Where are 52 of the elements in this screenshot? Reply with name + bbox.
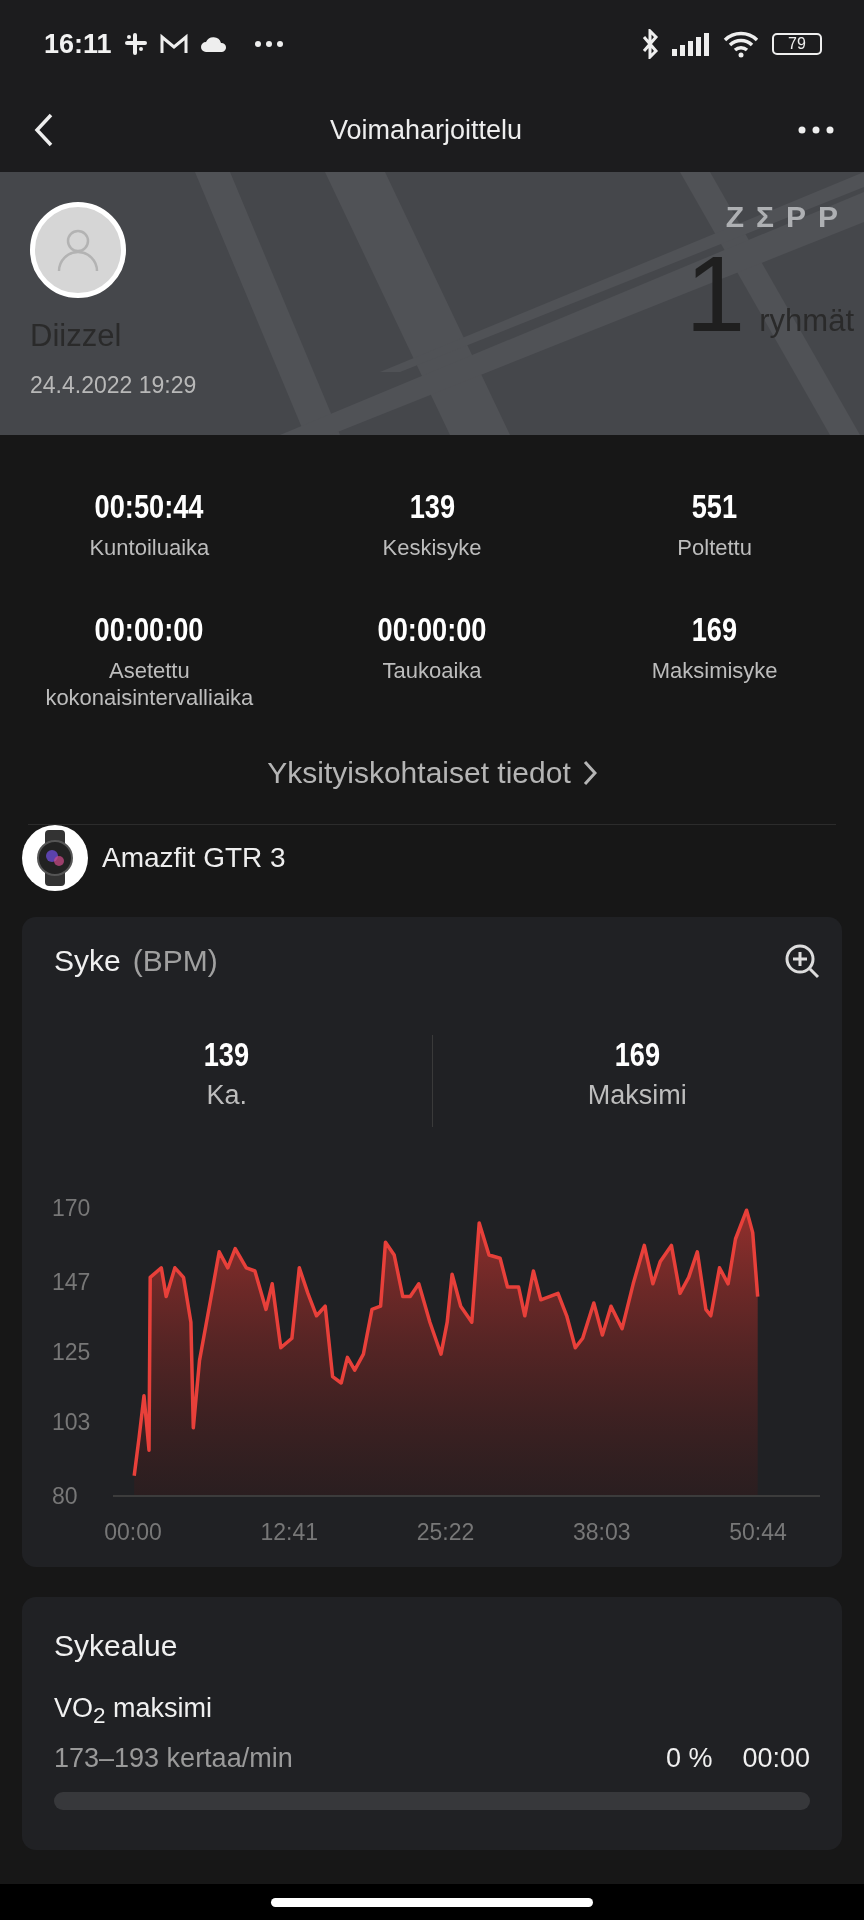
stat-label: Kuntoiluaika: [89, 534, 210, 562]
stat-label: Poltettu: [677, 534, 752, 562]
stat-label: Keskisyke: [382, 534, 482, 562]
home-indicator[interactable]: [271, 1897, 593, 1907]
bluetooth-icon: [640, 29, 660, 59]
status-time: 16:11: [44, 28, 112, 60]
x-axis-label: 12:41: [260, 1518, 318, 1545]
page-title: Voimaharjoittelu: [328, 114, 524, 146]
mail-icon: [159, 33, 188, 55]
stat-label: Taukoaika: [382, 656, 482, 684]
summary-value: 169: [614, 1034, 660, 1074]
x-axis-label: 38:03: [573, 1518, 631, 1545]
stat-value: 00:00:00: [94, 609, 204, 649]
watch-icon: [35, 829, 75, 886]
more-icon: [253, 40, 284, 48]
device-name: Amazfit GTR 3: [102, 841, 286, 874]
details-link[interactable]: Yksityiskohtaiset tiedot: [267, 755, 597, 790]
card-unit: (BPM): [132, 943, 219, 978]
cloud-icon: [199, 35, 228, 53]
stat-value: 551: [691, 487, 738, 526]
stat-value: 00:50:44: [94, 487, 204, 526]
x-axis-label: 00:00: [104, 1518, 162, 1545]
wifi-icon: [722, 30, 760, 58]
zone-name: VO$_{2}$ maksimi: [53, 1692, 214, 1729]
card-title: Sykealue: [53, 1628, 179, 1663]
zoom-in-icon[interactable]: [784, 942, 820, 979]
y-axis-label: 80: [52, 1482, 78, 1509]
battery-icon: 79: [772, 33, 822, 55]
stat-value: 169: [691, 609, 738, 649]
stat-label: Asetettu kokonaisintervalliaika: [44, 656, 255, 712]
stat-value: 00:00:00: [377, 609, 487, 649]
more-icon[interactable]: [798, 126, 834, 134]
y-axis-label: 147: [52, 1268, 91, 1295]
y-axis-label: 103: [52, 1408, 91, 1435]
workout-date: 24.4.2022 19:29: [30, 372, 197, 399]
x-axis-label: 25:22: [416, 1518, 475, 1545]
signal-icon: [672, 32, 710, 56]
zone-percent: 0 %: [665, 1742, 713, 1774]
summary-value: 139: [204, 1034, 250, 1074]
card-title: Syke: [54, 943, 121, 978]
logo: ZΣPP: [725, 200, 850, 234]
x-axis-label: 50:44: [729, 1518, 787, 1545]
zone-time: 00:00: [742, 1742, 810, 1774]
y-axis-label: 170: [52, 1194, 91, 1221]
back-icon[interactable]: [34, 113, 54, 147]
summary-label: Ka.: [206, 1079, 247, 1111]
chevron-icon: [582, 759, 597, 786]
zone-range: 173–193 kertaa/min: [54, 1742, 294, 1774]
y-axis-label: 125: [52, 1338, 91, 1365]
stat-value: 139: [409, 487, 455, 526]
stat-label: Maksimisyke: [651, 656, 778, 684]
summary-label: Maksimi: [587, 1079, 687, 1111]
